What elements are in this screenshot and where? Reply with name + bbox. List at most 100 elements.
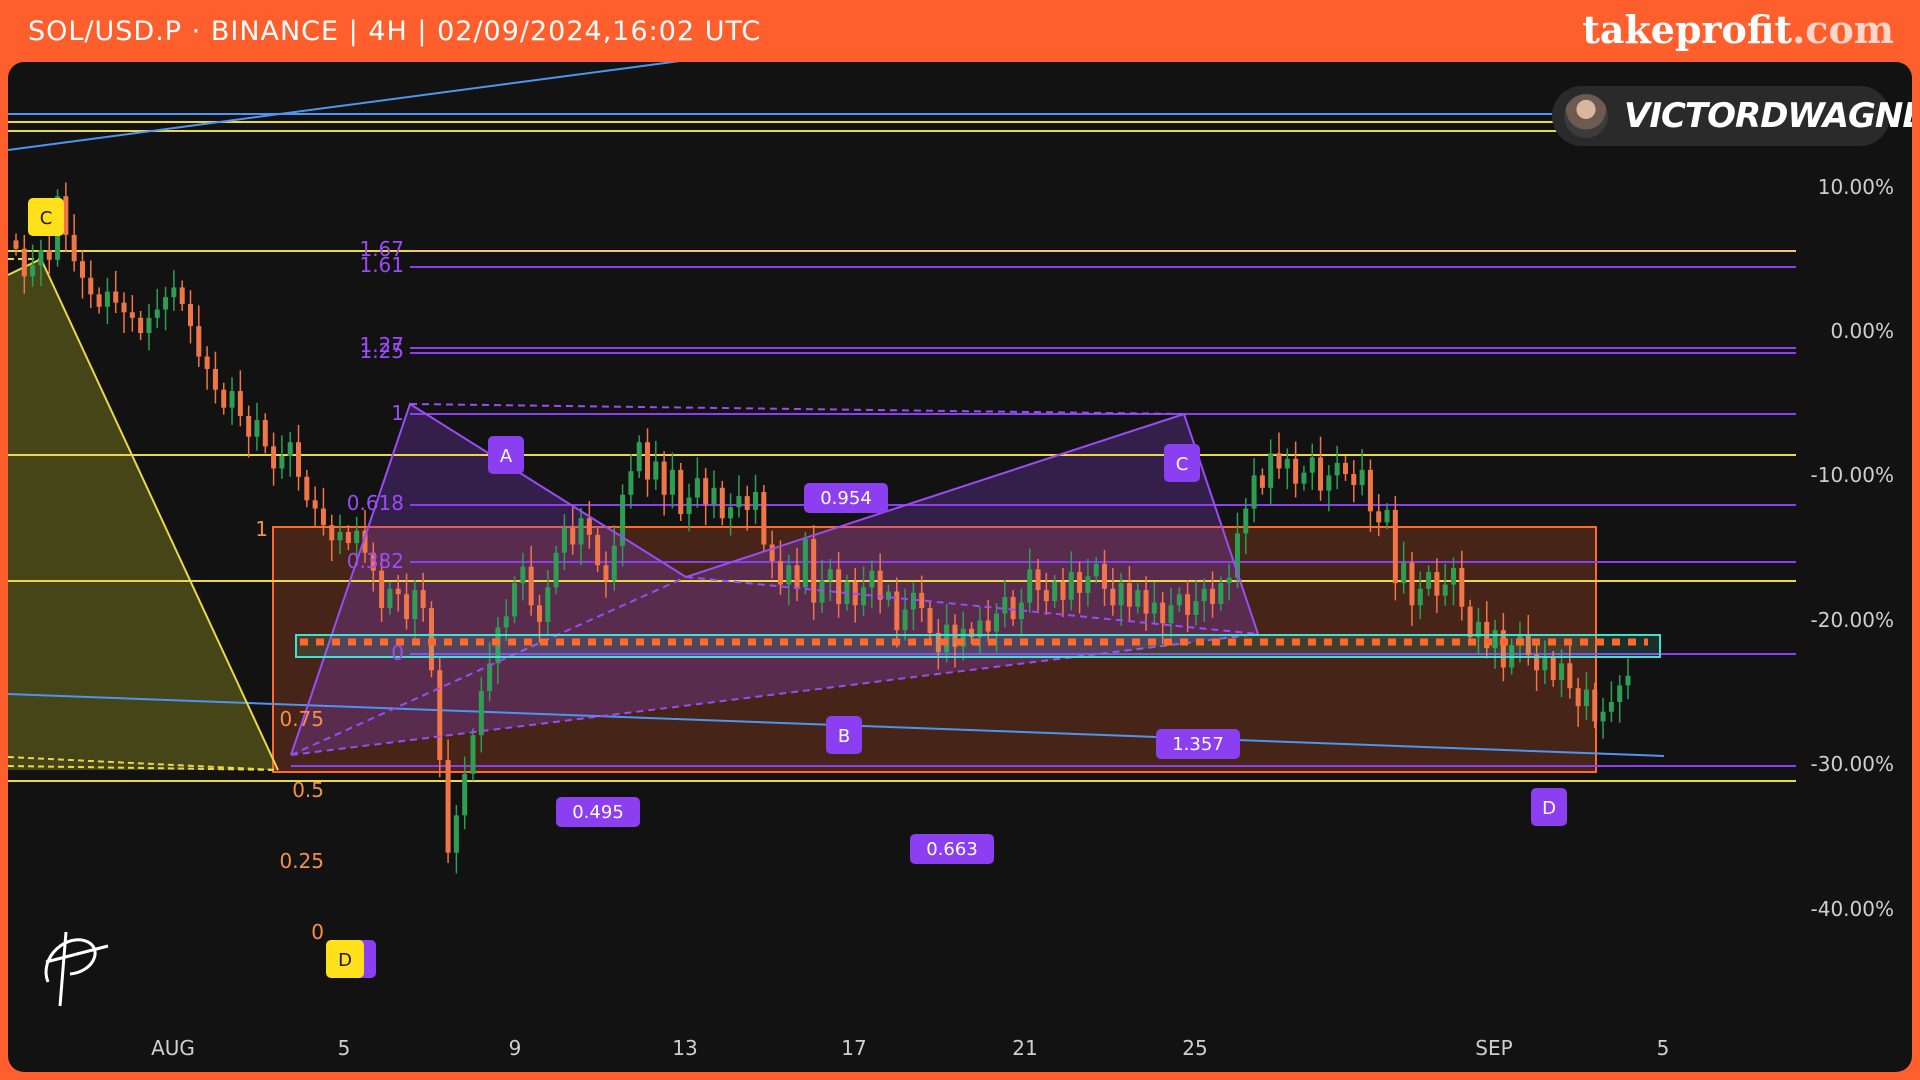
candle-body: [1318, 457, 1324, 491]
zones-layer: [8, 259, 1597, 773]
fib-label-1-25: 1.25: [359, 339, 404, 363]
candle-body: [578, 518, 584, 545]
candle-body: [885, 591, 891, 600]
candle-body: [811, 538, 817, 603]
left-fib-label-0-75-visible-label: 0.75: [279, 707, 324, 731]
candle-body: [1151, 602, 1157, 614]
candle-body: [1201, 588, 1207, 602]
candle-body: [661, 461, 667, 495]
candle-body: [536, 605, 542, 622]
candle-body: [728, 507, 734, 519]
point-label-a: A: [500, 446, 513, 467]
candle-body: [171, 287, 177, 298]
x-tick-label: 5: [338, 1036, 351, 1060]
fib-label-0: 0: [391, 641, 404, 665]
candle-body: [478, 690, 484, 736]
candle-body: [586, 518, 592, 535]
candle-body: [304, 476, 310, 501]
candle-body: [985, 620, 991, 632]
fib-label-1-61: 1.61: [359, 253, 404, 277]
candle-body: [1243, 508, 1249, 534]
candle-body: [187, 304, 193, 327]
candle-body: [1176, 594, 1182, 606]
x-tick-label: 13: [672, 1036, 697, 1060]
point-label-d: D: [1542, 798, 1556, 819]
candle-body: [1118, 583, 1124, 606]
candle-body: [121, 302, 127, 313]
candle-body: [63, 196, 69, 235]
candle-body: [1218, 583, 1224, 604]
candle-body: [462, 773, 468, 816]
candle-body: [1442, 584, 1448, 596]
header-title: SOL/USD.P · BINANCE | 4H | 02/09/2024,16…: [28, 16, 762, 47]
candle-body: [1384, 509, 1390, 523]
candle-body: [1002, 597, 1008, 614]
candle-body: [453, 815, 459, 853]
candle-body: [38, 250, 44, 266]
candle-body: [1351, 474, 1357, 486]
ratio-label-xd: 0.663: [926, 839, 978, 860]
teal-box: [295, 634, 1661, 658]
candle-body: [379, 570, 385, 609]
candle-body: [1160, 602, 1166, 624]
candle-body: [669, 469, 675, 495]
candle-body: [470, 735, 476, 774]
candle-body: [836, 569, 842, 604]
candle-body: [1276, 453, 1282, 469]
chart-panel[interactable]: 1.67 1.61 1.27 1.25 1 0.618 0.382 0 1 0.…: [8, 62, 1912, 1072]
candle-body: [279, 456, 285, 469]
candle-body: [703, 478, 709, 505]
candle-body: [595, 534, 601, 566]
candle-body: [910, 592, 916, 610]
candle-body: [229, 391, 235, 408]
candle-body: [545, 587, 551, 622]
candle-body: [1085, 576, 1091, 593]
candle-body: [221, 389, 227, 408]
candle-body: [1550, 657, 1556, 680]
candle-body: [1326, 475, 1332, 491]
left-fib-label-0-25-visible: 0.25: [279, 849, 324, 873]
candle-body: [320, 508, 326, 526]
x-tick-label: 25: [1182, 1036, 1207, 1060]
ratio-label-xb: 0.495: [572, 802, 624, 823]
candle-body: [528, 566, 534, 606]
fib-label-0-382: 0.382: [347, 549, 404, 573]
candle-body: [204, 356, 210, 369]
candle-body: [1426, 572, 1432, 589]
candle-body: [802, 538, 808, 588]
candle-body: [1110, 588, 1116, 606]
candle-body: [329, 525, 335, 541]
candle-body: [1284, 458, 1290, 469]
candle-body: [30, 265, 36, 277]
candle-body: [1409, 562, 1415, 606]
author-badge[interactable]: VICTORDWAGNER: [1552, 86, 1912, 146]
candle-body: [561, 527, 567, 553]
left-fib-label-0-5-visible: 0.5: [292, 778, 324, 802]
candle-body: [761, 491, 767, 545]
candle-body: [744, 496, 750, 510]
candle-body: [46, 250, 52, 260]
price-chart[interactable]: 1.67 1.61 1.27 1.25 1 0.618 0.382 0 1 0.…: [8, 62, 1912, 1072]
candle-body: [179, 287, 185, 305]
candle-body: [1559, 663, 1565, 680]
candle-body: [869, 570, 875, 588]
candle-body: [246, 415, 252, 437]
candle-body: [337, 532, 343, 541]
candle-body: [603, 565, 609, 581]
y-tick-label: 10.00%: [1818, 175, 1894, 199]
left-point-label-d: D: [338, 950, 352, 971]
point-label-b: B: [838, 726, 850, 747]
candle-body: [919, 592, 925, 609]
candle-body: [1168, 605, 1174, 624]
author-name: VICTORDWAGNER: [1624, 96, 1912, 136]
y-axis: 10.00% 0.00% -10.00% -20.00% -30.00% -40…: [1811, 175, 1894, 921]
candle-body: [1143, 590, 1149, 614]
candle-body: [1583, 689, 1589, 707]
candle-body: [1625, 675, 1631, 686]
left-point-label-c: C: [40, 208, 53, 229]
candle-body: [296, 442, 302, 477]
brand-suffix: .com: [1792, 7, 1894, 52]
candle-body: [1434, 572, 1440, 596]
candle-body: [1068, 572, 1074, 600]
candle-body: [1376, 511, 1382, 523]
